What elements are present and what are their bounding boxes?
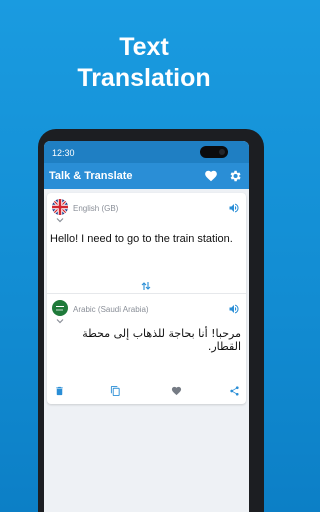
section-divider: [47, 293, 246, 294]
status-bar: 12:30: [44, 141, 249, 163]
uk-flag-icon[interactable]: [52, 199, 68, 215]
source-text[interactable]: Hello! I need to go to the train station…: [50, 232, 242, 246]
promo-headline-line2: Translation: [77, 64, 211, 92]
favorite-icon[interactable]: [171, 385, 182, 397]
speaker-icon[interactable]: [228, 303, 240, 315]
copy-icon[interactable]: [110, 385, 121, 397]
saudi-arabia-flag-icon[interactable]: [52, 300, 68, 316]
phone-screen: 12:30 Talk & Translate English (GB) Hell…: [44, 141, 249, 512]
target-language-label[interactable]: Arabic (Saudi Arabia): [73, 305, 149, 314]
promo-headline-line1: Text: [119, 33, 169, 61]
translated-text[interactable]: مرحبا! أنا بحاجة للذهاب إلى محطة القطار.: [51, 327, 241, 353]
swap-languages-icon[interactable]: [141, 281, 151, 291]
chevron-down-icon[interactable]: [56, 318, 64, 324]
source-language-label[interactable]: English (GB): [73, 204, 118, 213]
camera-cutout: [200, 146, 228, 158]
app-bar: Talk & Translate: [44, 163, 249, 189]
share-icon[interactable]: [229, 385, 240, 397]
heart-icon[interactable]: [204, 169, 218, 183]
translation-card: English (GB) Hello! I need to go to the …: [47, 193, 246, 404]
app-title: Talk & Translate: [49, 170, 133, 182]
chevron-down-icon[interactable]: [56, 217, 64, 223]
delete-icon[interactable]: [54, 385, 65, 397]
promo-headline: Text Translation: [0, 32, 288, 94]
speaker-icon[interactable]: [228, 202, 240, 214]
status-time: 12:30: [52, 148, 75, 158]
gear-icon[interactable]: [228, 169, 242, 183]
